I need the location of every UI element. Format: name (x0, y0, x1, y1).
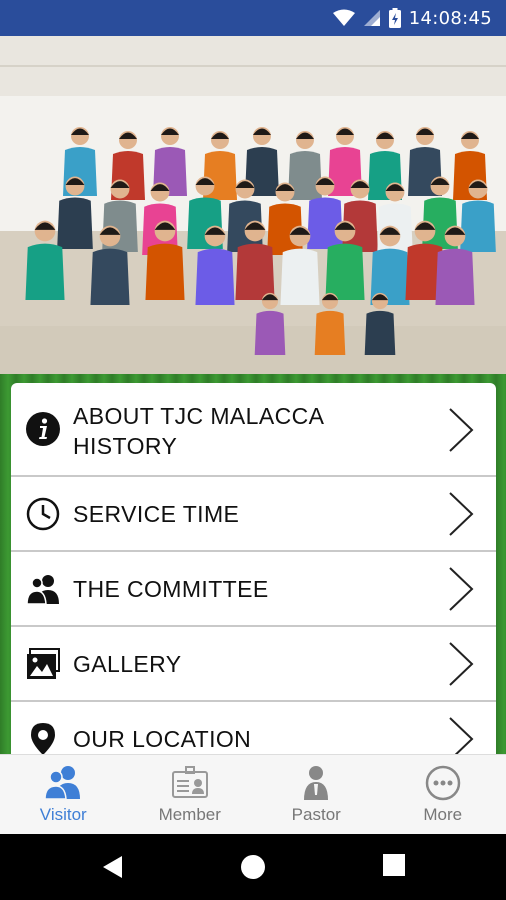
menu-item-label: GALLERY (73, 651, 182, 677)
wifi-icon (332, 9, 355, 26)
gallery-icon (27, 648, 60, 679)
system-navigation-bar (0, 834, 506, 900)
tab-pastor[interactable]: Pastor (253, 755, 380, 835)
menu-item-label: SERVICE TIME (73, 501, 240, 527)
bottom-navigation: Visitor Member Pastor More (0, 754, 506, 834)
tab-label: Visitor (39, 805, 87, 824)
battery-charging-icon (388, 8, 401, 28)
clock-time: 14:08:45 (408, 7, 492, 29)
home-icon[interactable] (240, 854, 266, 880)
chevron-right-icon (449, 408, 474, 452)
clock-icon (26, 497, 60, 531)
recent-apps-icon[interactable] (383, 854, 405, 876)
banner-group-photo (0, 36, 506, 374)
menu-item-location[interactable]: OUR LOCATION (11, 702, 496, 754)
menu-item-label: ABOUT TJC MALACCA HISTORY (73, 403, 325, 459)
menu-item-label: THE COMMITTEE (73, 576, 269, 602)
menu-item-gallery[interactable]: GALLERY (11, 627, 496, 702)
status-bar: 14:08:45 (0, 0, 506, 36)
tab-member[interactable]: Member (127, 755, 254, 835)
tab-more[interactable]: More (380, 755, 506, 835)
info-icon (26, 412, 60, 446)
group-photo-illustration (0, 36, 506, 374)
menu-item-label: OUR LOCATION (73, 726, 252, 752)
menu-item-committee[interactable]: THE COMMITTEE (11, 552, 496, 627)
visitor-icon (44, 766, 81, 800)
chevron-right-icon (449, 492, 474, 536)
cell-signal-icon (363, 10, 380, 26)
people-icon (26, 575, 59, 605)
member-card-icon (171, 766, 208, 798)
chevron-right-icon (449, 567, 474, 611)
main-menu: ABOUT TJC MALACCA HISTORY SERVICE TIME T… (11, 383, 496, 754)
location-pin-icon (31, 723, 55, 754)
menu-item-about-history[interactable]: ABOUT TJC MALACCA HISTORY (11, 383, 496, 477)
tab-label: Pastor (291, 805, 341, 824)
back-icon[interactable] (100, 854, 126, 880)
more-icon (425, 765, 460, 801)
chevron-right-icon (449, 642, 474, 686)
menu-item-service-time[interactable]: SERVICE TIME (11, 477, 496, 552)
tab-label: Member (158, 805, 221, 824)
pastor-icon (304, 766, 329, 800)
tab-label: More (423, 805, 463, 824)
tab-visitor[interactable]: Visitor (0, 755, 127, 835)
chevron-right-icon (449, 717, 474, 754)
